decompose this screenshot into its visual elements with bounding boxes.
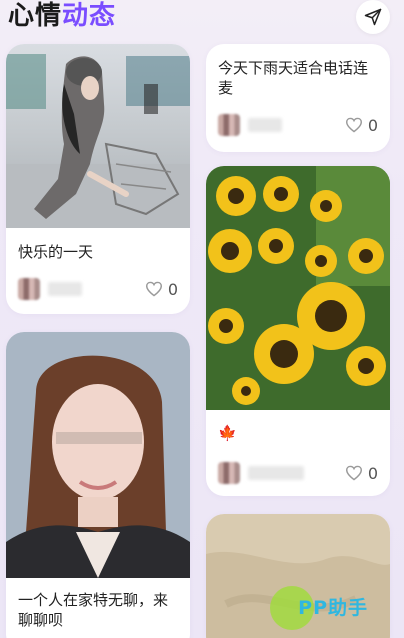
post-caption-3: 🍁 bbox=[218, 424, 237, 442]
post-meta-3: 0 bbox=[218, 462, 378, 484]
post-caption-1: 快乐的一天 bbox=[18, 243, 94, 261]
post-meta-2: 0 bbox=[218, 114, 378, 136]
username bbox=[48, 282, 82, 296]
title-part-1: 心情 bbox=[8, 1, 63, 31]
post-card-3[interactable]: 🍁 0 bbox=[206, 166, 390, 496]
username bbox=[248, 466, 304, 480]
post-card-1[interactable]: 快乐的一天 0 bbox=[6, 44, 190, 314]
avatar[interactable] bbox=[18, 278, 40, 300]
like-count: 0 bbox=[367, 115, 378, 135]
like-button[interactable]: 0 bbox=[345, 114, 378, 136]
page-title: 心情动态 bbox=[8, 0, 116, 32]
send-button[interactable] bbox=[356, 0, 390, 34]
heart-icon bbox=[145, 281, 162, 297]
post-image-4[interactable] bbox=[6, 332, 190, 578]
heart-icon bbox=[345, 465, 362, 481]
avatar[interactable] bbox=[218, 114, 240, 136]
post-caption-4: 一个人在家特无聊，来聊聊呗 bbox=[18, 591, 169, 629]
watermark-text: PP助手 bbox=[298, 597, 368, 619]
heart-icon bbox=[345, 117, 362, 133]
avatar[interactable] bbox=[218, 462, 240, 484]
post-image-3[interactable] bbox=[206, 166, 390, 410]
post-card-4[interactable]: 一个人在家特无聊，来聊聊呗 bbox=[6, 332, 190, 638]
username bbox=[248, 118, 282, 132]
title-part-2: 动态 bbox=[62, 1, 117, 31]
post-meta-1: 0 bbox=[18, 278, 178, 300]
like-button[interactable]: 0 bbox=[145, 278, 178, 300]
post-image-1[interactable] bbox=[6, 44, 190, 228]
send-icon bbox=[364, 8, 382, 26]
like-count: 0 bbox=[367, 463, 378, 483]
post-card-2[interactable]: 今天下雨天适合电话连麦 0 bbox=[206, 44, 390, 152]
like-button[interactable]: 0 bbox=[345, 462, 378, 484]
like-count: 0 bbox=[167, 279, 178, 299]
post-caption-2: 今天下雨天适合电话连麦 bbox=[218, 59, 369, 97]
